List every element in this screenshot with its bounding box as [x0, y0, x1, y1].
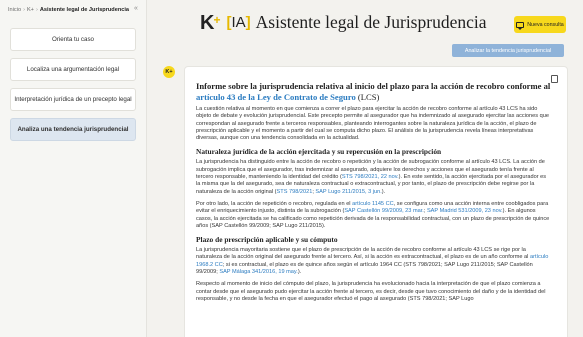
breadcrumb-separator: ›	[23, 7, 25, 13]
copy-icon[interactable]	[549, 75, 558, 88]
report-title: Informe sobre la jurisprudencia relativa…	[196, 81, 551, 102]
citation-link[interactable]: STS 798/2021	[277, 189, 313, 195]
sidebar-item-tendencia[interactable]: Analiza una tendencia jurisprudencial	[10, 118, 136, 141]
report-content: Informe sobre la jurisprudencia relativa…	[196, 81, 551, 308]
breadcrumb-current: Asistente legal de Jurisprudencia	[39, 7, 130, 13]
report-card: Informe sobre la jurisprudencia relativa…	[184, 66, 568, 337]
breadcrumb-kplus[interactable]: K+	[27, 7, 34, 13]
citation-link[interactable]: SAP Málaga 341/2016, 19 may.	[219, 269, 297, 275]
sidebar-item-localiza[interactable]: Localiza una argumentación legal	[10, 58, 136, 81]
logo-plus: +	[213, 12, 221, 27]
analyze-trend-button[interactable]: Analizar la tendencia jurisprudencial	[452, 44, 564, 57]
app-logo: K + [IA] Asistente legal de Jurisprudenc…	[200, 12, 487, 33]
citation-link[interactable]: SAP Castellón 99/2009, 23 mar.	[344, 208, 424, 214]
article-43-link[interactable]: artículo 43 de la Ley de Contrato de Seg…	[196, 92, 356, 102]
sidebar-item-interpretacion[interactable]: Interpretación jurídica de un precepto l…	[10, 88, 136, 111]
citation-link[interactable]: SAP Madrid 531/2009, 23 nov.	[427, 208, 503, 214]
paragraph: Respecto al momento de inicio del cómput…	[196, 281, 546, 302]
breadcrumb: Inicio › K+ › Asistente legal de Jurispruden…	[8, 7, 129, 13]
paragraph: La jurisprudencia mayoritaria sostiene q…	[196, 247, 549, 276]
new-chat-button[interactable]: Nueva consulta	[514, 16, 566, 33]
breadcrumb-home[interactable]: Inicio	[8, 7, 21, 13]
collapse-sidebar-icon[interactable]: «	[134, 5, 138, 12]
citation-link[interactable]: SAP Lugo 211/2015, 3 jun.	[315, 189, 381, 195]
breadcrumb-separator: ›	[35, 7, 38, 13]
section-heading-plazo: Plazo de prescripción aplicable y su cóm…	[196, 235, 338, 245]
logo-ia: [IA]	[226, 14, 251, 31]
sidebar: Inicio › K+ › Asistente legal de Jurispruden…	[0, 0, 147, 337]
sidebar-item-orienta[interactable]: Orienta tu caso	[10, 28, 136, 51]
logo-k: K	[200, 11, 215, 34]
page-title: Asistente legal de Jurisprudencia	[255, 12, 487, 32]
paragraph: Por otro lado, la acción de repetición o…	[196, 200, 550, 229]
assistant-avatar: K+	[163, 66, 175, 78]
section-heading-naturaleza: Naturaleza jurídica de la acción ejercit…	[196, 147, 442, 157]
new-chat-label: Nueva consulta	[527, 21, 564, 28]
citation-link[interactable]: artículo 1145 CC	[352, 201, 394, 207]
paragraph: La jurisprudencia ha distinguido entre l…	[196, 159, 547, 195]
intro-paragraph: La cuestión relativa al momento en que c…	[196, 106, 549, 142]
chat-icon	[516, 21, 525, 30]
citation-link[interactable]: STS 798/2021, 22 nov.	[342, 174, 399, 180]
